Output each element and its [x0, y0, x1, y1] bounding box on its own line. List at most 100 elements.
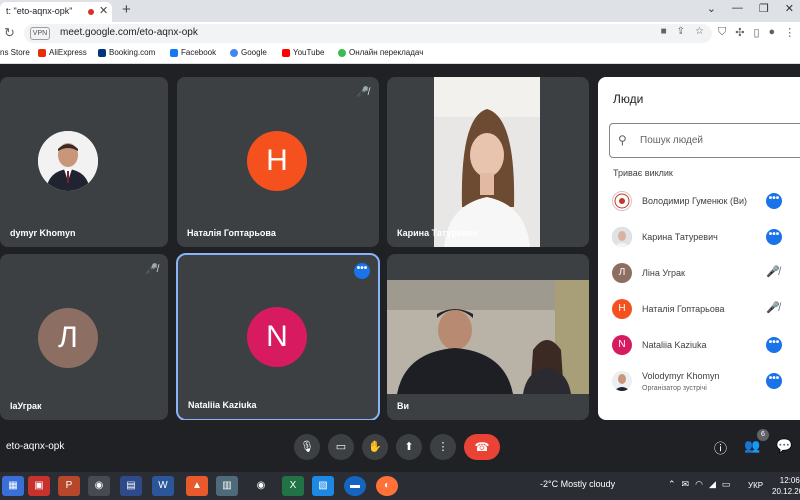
windows-taskbar: ▦ ▣ P ◉ ▤ W ▲ ▥ ◉ X ▧ ▬ ◐ -2°C Mostly cl…: [0, 472, 800, 500]
participant-name: Наталія Гоптарьова: [187, 228, 276, 238]
microphone-button[interactable]: 🎙: [294, 434, 320, 460]
participant-name: Наталія Гоптарьова: [642, 304, 725, 314]
new-tab-button[interactable]: +: [122, 1, 131, 18]
app-icon[interactable]: ▬: [344, 476, 366, 496]
address-bar[interactable]: VPN meet.google.com/eto-aqnx-opk ■ ⇪ ☆: [24, 24, 712, 43]
more-options-icon[interactable]: •••: [354, 263, 370, 279]
chat-icon[interactable]: 💬: [776, 438, 792, 454]
firefox-icon[interactable]: ◐: [376, 476, 398, 496]
profile-icon[interactable]: ●: [769, 26, 776, 39]
search-people-input[interactable]: ⚲ Пошук людей: [609, 123, 800, 158]
mic-off-icon[interactable]: 🎤̸: [766, 265, 780, 278]
app-icon[interactable]: ▥: [216, 476, 238, 496]
participant-row[interactable]: N Nataliia Kaziuka •••: [598, 327, 800, 363]
clock-time: 12:06: [779, 476, 800, 485]
end-call-button[interactable]: ☎: [464, 434, 500, 460]
mic-off-icon[interactable]: 🎤̸: [766, 301, 780, 314]
bookmark-item[interactable]: YouTube: [282, 48, 324, 57]
participant-name: Володимир Гуменюк (Ви): [642, 196, 748, 206]
language-indicator[interactable]: УКР: [748, 481, 763, 490]
participant-row[interactable]: Volodymyr Khomyn Організатор зустрічі ••…: [598, 363, 800, 399]
url-text[interactable]: meet.google.com/eto-aqnx-opk: [60, 27, 198, 38]
avatar: Л: [38, 308, 98, 368]
participant-row[interactable]: Володимир Гуменюк (Ви) •••: [598, 183, 800, 219]
clock-date: 20.12.202: [772, 487, 800, 496]
participant-tile[interactable]: 🎤̸ Л ІаУграк: [0, 254, 168, 420]
chrome-taskbar-icon[interactable]: ◉: [88, 476, 110, 496]
bookmark-item[interactable]: Онлайн перекладач: [338, 48, 423, 57]
participant-tile[interactable]: 🎤̸ Н Наталія Гоптарьова: [177, 77, 379, 247]
avatar: N: [612, 335, 632, 355]
more-options-icon[interactable]: •••: [766, 373, 782, 389]
panel-title: Люди: [613, 92, 644, 106]
network-icon[interactable]: ▭: [722, 479, 731, 490]
clock[interactable]: 12:06 20.12.202: [772, 475, 800, 497]
more-options-button[interactable]: ⋮: [430, 434, 456, 460]
vpn-extension-badge[interactable]: VPN: [30, 27, 50, 40]
app-icon[interactable]: ▦: [2, 476, 24, 496]
reload-icon[interactable]: ↻: [4, 25, 15, 41]
avatar: Н: [612, 299, 632, 319]
participant-tile-self[interactable]: Ви: [387, 254, 589, 420]
bookmark-item[interactable]: Booking.com: [98, 48, 155, 57]
camera-indicator-icon[interactable]: ■: [661, 26, 667, 37]
app-icon[interactable]: P: [58, 476, 80, 496]
share-icon[interactable]: ⇪: [677, 26, 685, 37]
tab-search-icon[interactable]: ⌄: [707, 2, 716, 15]
avatar: [612, 371, 632, 391]
avatar: Л: [612, 263, 632, 283]
chrome-icon[interactable]: ◉: [250, 476, 272, 496]
present-button[interactable]: ⬆: [396, 434, 422, 460]
organizer-label: Організатор зустрічі: [642, 385, 707, 392]
bookmark-item[interactable]: Facebook: [170, 48, 216, 57]
close-window-button[interactable]: ✕: [785, 2, 794, 15]
puzzle-icon[interactable]: ✣: [735, 26, 744, 39]
facebook-icon: [170, 48, 178, 57]
extension-icons: ⛉ ✣ ▯ ● ⋮: [718, 26, 795, 39]
bookmark-star-icon[interactable]: ☆: [695, 26, 704, 37]
browser-toolbar: ↻ VPN meet.google.com/eto-aqnx-opk ■ ⇪ ☆…: [0, 22, 800, 45]
participant-tile[interactable]: Карина Татуревич: [387, 77, 589, 247]
minimize-button[interactable]: —: [732, 2, 743, 15]
camera-button[interactable]: ▭: [328, 434, 354, 460]
system-tray: ⌃ ✉ ◠ ◢ ▭: [668, 479, 730, 490]
participant-tile-active[interactable]: ••• N Nataliia Kaziuka: [176, 253, 380, 421]
word-icon[interactable]: W: [152, 476, 174, 496]
participant-row[interactable]: Карина Татуревич •••: [598, 219, 800, 255]
bookmark-item[interactable]: Google: [230, 48, 267, 57]
bookmark-item[interactable]: AliExpress: [38, 48, 87, 57]
bookmark-item[interactable]: ns Store: [0, 48, 30, 57]
app-icon[interactable]: ▧: [312, 476, 334, 496]
mic-off-icon: 🎤̸: [356, 87, 369, 98]
window-controls: ⌄ — ❐ ✕: [707, 2, 794, 15]
app-icon[interactable]: ▣: [28, 476, 50, 496]
google-icon: [230, 48, 238, 57]
raise-hand-button[interactable]: ✋: [362, 434, 388, 460]
participant-name: Ліна Уграк: [642, 268, 685, 278]
info-icon[interactable]: ⓘ: [714, 438, 727, 457]
participant-name: Карина Татуревич: [397, 228, 479, 238]
participant-row[interactable]: Л Ліна Уграк 🎤̸: [598, 255, 800, 291]
menu-icon[interactable]: ⋮: [784, 26, 795, 39]
maximize-button[interactable]: ❐: [759, 2, 769, 15]
search-icon: ⚲: [618, 133, 627, 147]
browser-tab[interactable]: t: "eto-aqnx-opk" ✕: [0, 2, 112, 22]
wifi-icon[interactable]: ◠: [695, 479, 703, 490]
more-options-icon[interactable]: •••: [766, 337, 782, 353]
more-options-icon[interactable]: •••: [766, 229, 782, 245]
app-icon[interactable]: ▤: [120, 476, 142, 496]
volume-icon[interactable]: ◢: [709, 479, 716, 490]
app-icon[interactable]: ▲: [186, 476, 208, 496]
participant-tile[interactable]: dymyr Khomyn: [0, 77, 168, 247]
shield-icon[interactable]: ⛉: [718, 26, 726, 39]
participant-row[interactable]: Н Наталія Гоптарьова 🎤̸: [598, 291, 800, 327]
weather-widget[interactable]: -2°C Mostly cloudy: [540, 479, 615, 489]
people-icon[interactable]: 👥: [744, 438, 760, 454]
excel-icon[interactable]: X: [282, 476, 304, 496]
close-tab-icon[interactable]: ✕: [99, 4, 108, 17]
more-options-icon[interactable]: •••: [766, 193, 782, 209]
recording-dot-icon: [88, 9, 94, 15]
chevron-up-icon[interactable]: ⌃: [668, 479, 676, 490]
mail-icon[interactable]: ✉: [682, 479, 690, 490]
sidepanel-icon[interactable]: ▯: [753, 26, 759, 39]
